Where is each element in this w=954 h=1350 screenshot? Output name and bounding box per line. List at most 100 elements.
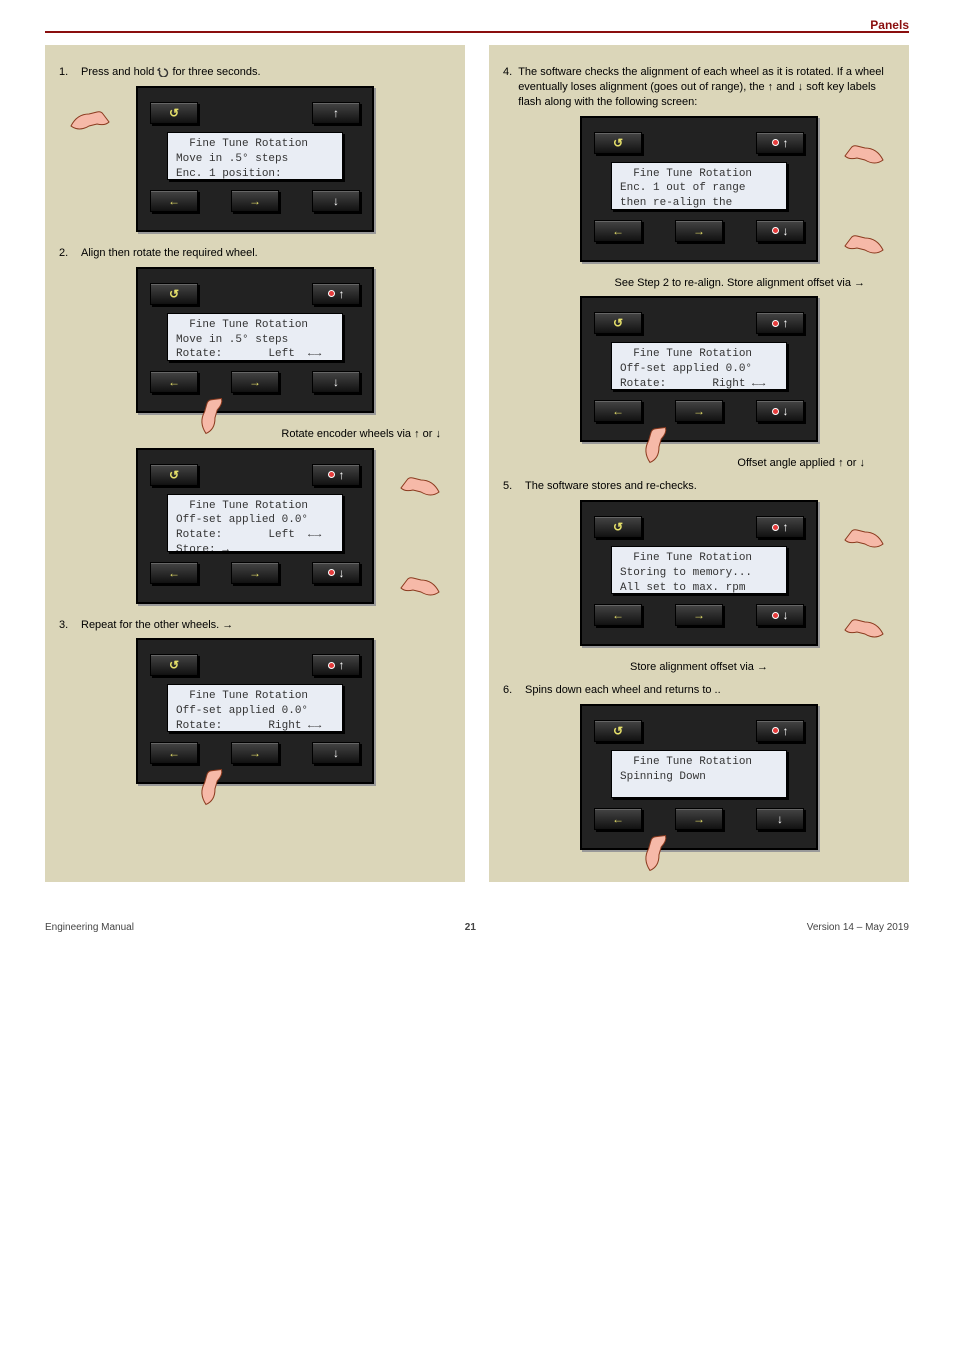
up-icon: ↑ [783,725,789,737]
step-2-text: 2.Align then rotate the required wheel. [59,246,451,261]
led-icon [772,320,779,327]
lcd-display-7: Fine Tune Rotation Storing to memory... … [611,546,787,594]
step-6-text: 6.Spins down each wheel and returns to .… [503,683,895,698]
right-button[interactable]: → [675,604,723,626]
right-icon: → [693,225,705,237]
up-icon: ↑ [783,137,789,149]
down-button[interactable]: ↓ [756,220,804,242]
step-5-text: 5. The software stores and re-checks. [503,479,895,494]
led-icon [772,139,779,146]
down-icon: ↓ [333,376,339,388]
down-button[interactable]: ↓ [312,562,360,584]
console-panel-3: ↺ ↑ Fine Tune Rotation Off-set applied 0… [136,448,374,604]
up-button[interactable]: ↑ [756,312,804,334]
back-icon: ↺ [613,521,623,533]
right-column: 4. The software checks the alignment of … [489,45,909,882]
right-icon: → [249,376,261,388]
console-panel-2: ↺ ↑ Fine Tune Rotation Move in .5° steps… [136,267,374,413]
back-icon: ↺ [169,288,179,300]
up-icon: ↑ [333,107,339,119]
hand-icon [841,612,887,648]
console-panel-4: ↺ ↑ Fine Tune Rotation Off-set applied 0… [136,638,374,784]
right-button[interactable]: → [231,562,279,584]
right-icon: → [693,405,705,417]
up-button[interactable]: ↑ [312,102,360,124]
back-icon: ↺ [613,317,623,329]
left-button[interactable]: ← [594,808,642,830]
left-button[interactable]: ← [594,220,642,242]
header-rule [45,31,909,33]
right-button[interactable]: → [675,220,723,242]
lcd-display-5: Fine Tune Rotation Enc. 1 out of range t… [611,162,787,210]
left-button[interactable]: ← [150,371,198,393]
lcd-display-4: Fine Tune Rotation Off-set applied 0.0° … [167,684,343,732]
back-button[interactable]: ↺ [594,516,642,538]
down-icon: ↓ [783,405,789,417]
down-icon: ↓ [783,609,789,621]
up-button[interactable]: ↑ [756,516,804,538]
led-icon [328,569,335,576]
down-button[interactable]: ↓ [312,371,360,393]
step-1-text: 1. Press and hold for three seconds. [59,65,451,80]
right-button[interactable]: → [231,742,279,764]
left-icon: ← [168,195,180,207]
back-icon: ↺ [169,469,179,481]
down-icon: ↓ [777,813,783,825]
back-button[interactable]: ↺ [150,283,198,305]
left-button[interactable]: ← [150,190,198,212]
right-button[interactable]: → [231,190,279,212]
right-button[interactable]: → [231,371,279,393]
right-icon: → [693,609,705,621]
up-icon: ↑ [339,469,345,481]
caption-rotate: Rotate encoder wheels via ↑ or ↓ [59,427,451,442]
right-button[interactable]: → [675,400,723,422]
back-button[interactable]: ↺ [594,132,642,154]
hand-icon [397,570,443,606]
right-icon: → [249,195,261,207]
left-icon: ← [168,747,180,759]
hand-icon [841,228,887,264]
right-button[interactable]: → [675,808,723,830]
left-button[interactable]: ← [594,604,642,626]
lcd-display-6: Fine Tune Rotation Off-set applied 0.0° … [611,342,787,390]
led-icon [772,727,779,734]
back-button[interactable]: ↺ [594,312,642,334]
left-icon: ← [612,609,624,621]
up-button[interactable]: ↑ [312,283,360,305]
left-button[interactable]: ← [594,400,642,422]
left-icon: ← [612,405,624,417]
back-button[interactable]: ↺ [150,654,198,676]
console-panel-7: ↺ ↑ Fine Tune Rotation Storing to memory… [580,500,818,646]
up-icon: ↑ [339,288,345,300]
up-button[interactable]: ↑ [312,654,360,676]
left-icon: ← [612,225,624,237]
down-button[interactable]: ↓ [312,190,360,212]
led-icon [772,227,779,234]
down-icon: ↓ [339,567,345,579]
caption-offset: Offset angle applied ↑ or ↓ [503,456,895,471]
lcd-display-3: Fine Tune Rotation Off-set applied 0.0° … [167,494,343,552]
down-button[interactable]: ↓ [756,604,804,626]
down-icon: ↓ [783,225,789,237]
down-button[interactable]: ↓ [312,742,360,764]
left-button[interactable]: ← [150,562,198,584]
up-icon: ↑ [783,317,789,329]
right-icon: → [249,747,261,759]
led-icon [772,408,779,415]
back-icon: ↺ [169,107,179,119]
up-button[interactable]: ↑ [312,464,360,486]
caption-store-a: See Step 2 to re-align. Store alignment … [503,276,895,291]
up-button[interactable]: ↑ [756,720,804,742]
back-icon [157,67,169,77]
back-button[interactable]: ↺ [150,464,198,486]
down-button[interactable]: ↓ [756,808,804,830]
left-icon: ← [168,567,180,579]
back-button[interactable]: ↺ [150,102,198,124]
led-icon [772,612,779,619]
left-button[interactable]: ← [150,742,198,764]
down-button[interactable]: ↓ [756,400,804,422]
up-button[interactable]: ↑ [756,132,804,154]
led-icon [328,662,335,669]
back-button[interactable]: ↺ [594,720,642,742]
lcd-display-8: Fine Tune Rotation Spinning Down [611,750,787,798]
